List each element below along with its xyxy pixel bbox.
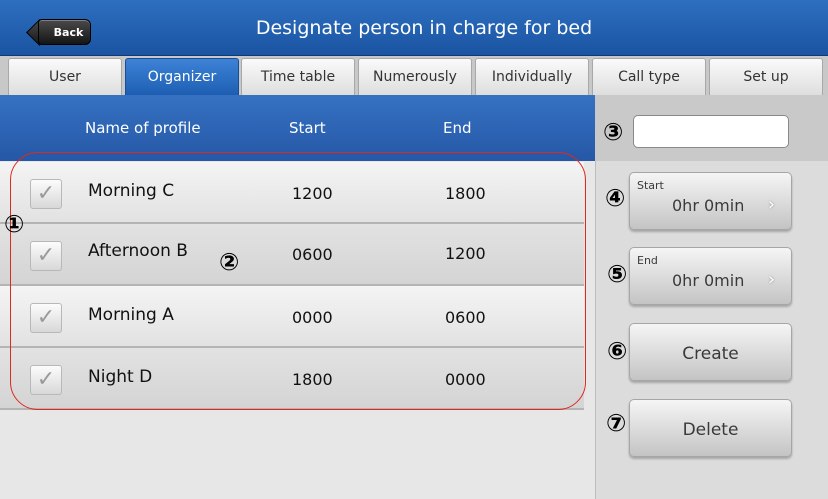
profile-start: 0600 <box>292 245 333 264</box>
back-button-label: Back <box>53 25 84 39</box>
list-item[interactable]: ✓ Afternoon B 0600 1200 <box>0 224 584 286</box>
tab-organizer[interactable]: Organizer <box>125 58 239 95</box>
annotation-marker-3: ③ <box>603 118 624 146</box>
create-label: Create <box>682 344 739 364</box>
profile-list: ✓ Morning C 1200 1800 ✓ Afternoon B 0600… <box>0 161 595 499</box>
profile-name: Morning C <box>88 181 175 201</box>
tab-individually[interactable]: Individually <box>475 58 589 95</box>
annotation-marker-6: ⑥ <box>607 337 628 365</box>
profile-end: 1800 <box>445 184 486 203</box>
annotation-marker-5: ⑤ <box>607 260 628 288</box>
list-item[interactable]: ✓ Morning C 1200 1800 <box>0 162 584 224</box>
profile-end: 0000 <box>445 370 486 389</box>
column-end: End <box>443 119 472 137</box>
annotation-marker-2: ② <box>219 248 240 276</box>
row-checkbox[interactable]: ✓ <box>30 179 62 209</box>
page-title: Designate person in charge for bed <box>255 17 593 39</box>
tab-bar: User Organizer Time table Numerously Ind… <box>0 56 828 95</box>
annotation-marker-7: ⑦ <box>606 409 627 437</box>
row-checkbox[interactable]: ✓ <box>30 365 62 395</box>
profile-name: Morning A <box>88 305 174 325</box>
chevron-right-icon: › <box>767 194 775 215</box>
start-label: Start <box>637 179 664 192</box>
profile-name: Night D <box>88 367 153 387</box>
end-label: End <box>637 254 658 267</box>
list-item[interactable]: ✓ Morning A 0000 0600 <box>0 286 584 348</box>
profile-end: 0600 <box>445 308 486 327</box>
annotation-marker-1: ① <box>4 210 25 238</box>
back-button[interactable]: Back <box>38 19 91 45</box>
create-button[interactable]: Create <box>629 323 792 381</box>
column-name-of-profile: Name of profile <box>85 119 201 137</box>
profile-end: 1200 <box>445 244 486 263</box>
title-bar: Back Designate person in charge for bed <box>0 0 828 56</box>
profile-name-input[interactable] <box>633 115 789 148</box>
tab-time-table[interactable]: Time table <box>241 58 355 95</box>
delete-button[interactable]: Delete <box>629 399 792 457</box>
tab-user[interactable]: User <box>8 58 122 95</box>
end-time-button[interactable]: End 0hr 0min › <box>629 247 792 305</box>
delete-label: Delete <box>682 420 739 440</box>
annotation-marker-4: ④ <box>605 184 626 212</box>
row-checkbox[interactable]: ✓ <box>30 303 62 333</box>
profile-name: Afternoon B <box>88 241 188 261</box>
row-checkbox[interactable]: ✓ <box>30 241 62 271</box>
tab-set-up[interactable]: Set up <box>709 58 823 95</box>
start-time-button[interactable]: Start 0hr 0min › <box>629 172 792 230</box>
chevron-right-icon: › <box>767 269 775 290</box>
tab-call-type[interactable]: Call type <box>592 58 706 95</box>
end-value: 0hr 0min <box>672 271 745 290</box>
start-value: 0hr 0min <box>672 196 745 215</box>
list-header: Name of profile Start End <box>0 95 595 161</box>
profile-start: 1200 <box>292 184 333 203</box>
profile-start: 0000 <box>292 308 333 327</box>
profile-start: 1800 <box>292 370 333 389</box>
tab-numerously[interactable]: Numerously <box>358 58 472 95</box>
list-item[interactable]: ✓ Night D 1800 0000 <box>0 348 584 410</box>
column-start: Start <box>289 119 326 137</box>
